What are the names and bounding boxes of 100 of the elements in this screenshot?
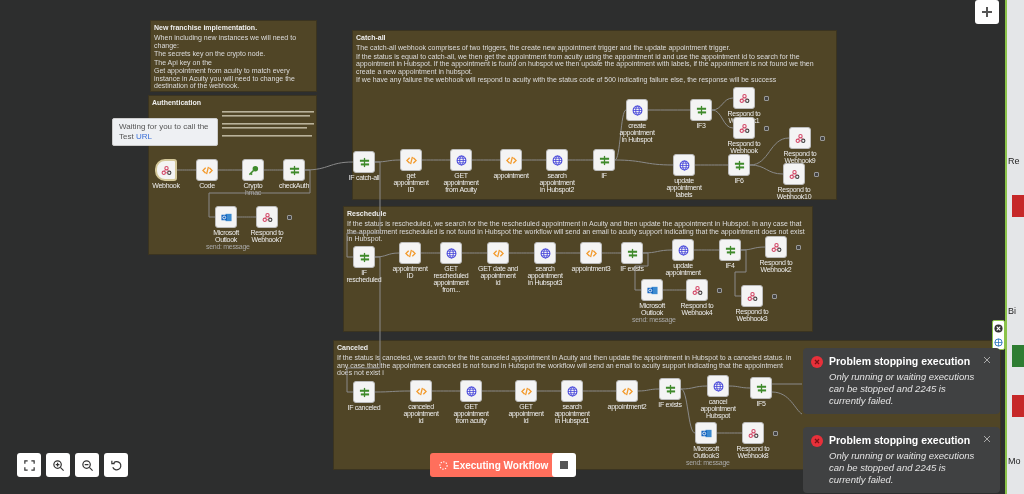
workflow-node[interactable] xyxy=(196,159,218,181)
add-node-icon[interactable] xyxy=(773,431,778,436)
mail-app-icon xyxy=(646,284,658,296)
connector-line xyxy=(601,252,622,254)
workflow-node[interactable] xyxy=(673,154,695,176)
connector-line xyxy=(728,385,751,389)
add-node-icon[interactable] xyxy=(764,96,769,101)
signpost-icon xyxy=(358,386,370,398)
workflow-node[interactable] xyxy=(616,380,638,402)
workflow-node[interactable] xyxy=(686,279,708,301)
webhook-icon xyxy=(738,122,750,134)
workflow-node[interactable] xyxy=(353,381,375,403)
add-node-icon[interactable] xyxy=(717,288,722,293)
workflow-node[interactable] xyxy=(440,242,462,264)
add-node-button[interactable] xyxy=(975,0,999,24)
add-node-icon[interactable] xyxy=(820,136,825,141)
add-node-icon[interactable] xyxy=(764,126,769,131)
side-panel[interactable] xyxy=(992,320,1005,350)
workflow-node[interactable] xyxy=(515,380,537,402)
add-node-icon[interactable] xyxy=(796,245,801,250)
zoom-out-icon xyxy=(80,458,94,472)
globe-icon xyxy=(631,104,643,116)
connector-line xyxy=(536,390,562,392)
code-icon xyxy=(415,385,427,397)
globe-icon xyxy=(566,385,578,397)
close-icon xyxy=(983,356,991,364)
workflow-node[interactable] xyxy=(460,380,482,402)
zoom-in-icon xyxy=(51,458,65,472)
workflow-node[interactable] xyxy=(765,236,787,258)
workflow-node[interactable] xyxy=(399,242,421,264)
workflow-node[interactable] xyxy=(593,149,615,171)
workflow-node[interactable] xyxy=(410,380,432,402)
workflow-node[interactable] xyxy=(487,242,509,264)
close-button[interactable] xyxy=(982,434,992,444)
workflow-node[interactable] xyxy=(400,149,422,171)
workflow-node[interactable] xyxy=(500,149,522,171)
connector-line xyxy=(421,159,451,161)
add-node-icon[interactable] xyxy=(814,172,819,177)
workflow-node[interactable] xyxy=(283,159,305,181)
connector-line xyxy=(662,289,687,291)
connector-line xyxy=(508,252,535,254)
mail-app-icon xyxy=(220,211,232,223)
workflow-node[interactable] xyxy=(672,239,694,261)
globe-icon[interactable] xyxy=(994,337,1003,347)
desktop-icon-label: Re xyxy=(1008,157,1020,166)
code-icon xyxy=(405,154,417,166)
workflow-node[interactable] xyxy=(641,279,663,301)
workflow-node[interactable] xyxy=(546,149,568,171)
workflow-node[interactable] xyxy=(621,242,643,264)
workflow-node[interactable] xyxy=(659,378,681,400)
connector-line xyxy=(567,159,594,161)
signpost-icon xyxy=(358,251,370,263)
close-icon[interactable] xyxy=(994,323,1003,333)
close-button[interactable] xyxy=(982,355,992,365)
workflow-node[interactable] xyxy=(750,377,772,399)
webhook-icon xyxy=(794,132,806,144)
fit-view-button[interactable] xyxy=(17,453,41,477)
sticky-note[interactable] xyxy=(352,30,837,200)
workflow-node[interactable] xyxy=(155,159,177,181)
sticky-note[interactable] xyxy=(150,20,317,92)
workflow-node[interactable] xyxy=(450,149,472,171)
workflow-node[interactable] xyxy=(534,242,556,264)
workflow-node[interactable] xyxy=(728,154,750,176)
workflow-node[interactable] xyxy=(561,380,583,402)
workflow-node[interactable] xyxy=(626,99,648,121)
reset-zoom-button[interactable] xyxy=(104,453,128,477)
globe-icon xyxy=(445,247,457,259)
zoom-in-button[interactable] xyxy=(46,453,70,477)
signpost-icon xyxy=(664,383,676,395)
code-icon xyxy=(201,164,213,176)
connector-line xyxy=(420,252,441,254)
workflow-node[interactable] xyxy=(215,206,237,228)
workflow-node[interactable] xyxy=(353,246,375,268)
add-node-icon[interactable] xyxy=(772,294,777,299)
workflow-node[interactable] xyxy=(256,206,278,228)
mail-app-icon xyxy=(700,427,712,439)
stop-button[interactable] xyxy=(552,453,576,477)
workflow-node[interactable] xyxy=(707,375,729,397)
workflow-node[interactable] xyxy=(741,285,763,307)
webhook-icon xyxy=(738,92,750,104)
workflow-node[interactable] xyxy=(690,99,712,121)
webhook-icon xyxy=(770,241,782,253)
toast-message: Only running or waiting executions can be stopped and 2245 is currently failed. xyxy=(829,371,976,407)
webhook-icon xyxy=(747,427,759,439)
workflow-node[interactable] xyxy=(242,159,264,181)
connector-line xyxy=(471,159,501,161)
workflow-node[interactable] xyxy=(742,422,764,444)
workflow-node[interactable] xyxy=(695,422,717,444)
workflow-node[interactable] xyxy=(783,163,805,185)
key-icon xyxy=(247,164,259,176)
zoom-out-button[interactable] xyxy=(75,453,99,477)
connector-line xyxy=(637,388,660,392)
add-node-icon[interactable] xyxy=(287,215,292,220)
workflow-node[interactable] xyxy=(580,242,602,264)
connector-line xyxy=(176,169,197,171)
workflow-node[interactable] xyxy=(353,151,375,173)
webhook-icon xyxy=(746,290,758,302)
workflow-node[interactable] xyxy=(733,87,755,109)
workflow-node[interactable] xyxy=(719,239,741,261)
workflow-node[interactable] xyxy=(789,127,811,149)
